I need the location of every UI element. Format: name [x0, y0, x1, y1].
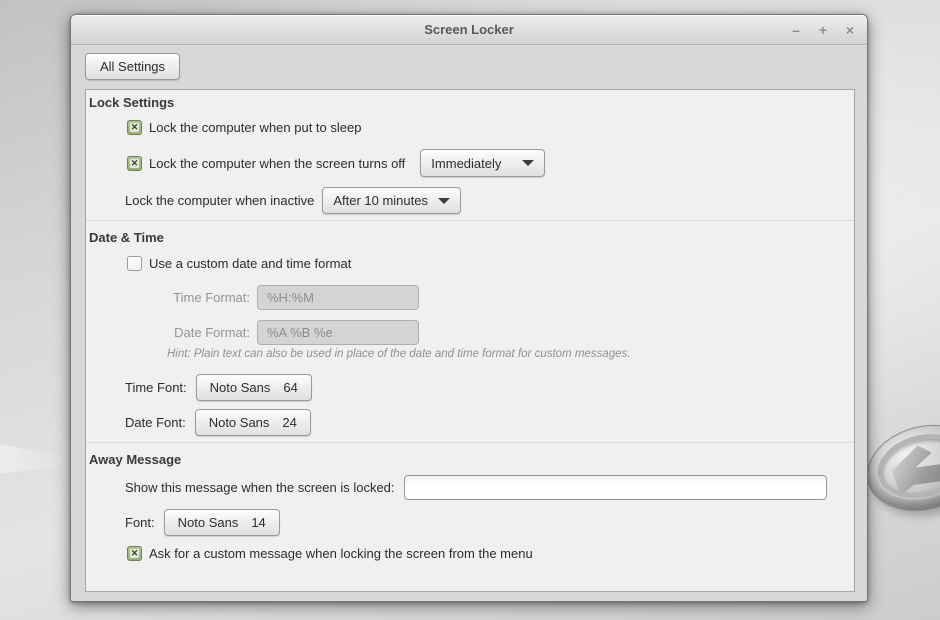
- row-time-font: Time Font: Noto Sans 64: [125, 374, 312, 401]
- section-title-lock-settings: Lock Settings: [89, 95, 174, 110]
- lock-on-sleep-checkbox[interactable]: ✕: [127, 120, 142, 135]
- away-message-label: Show this message when the screen is loc…: [125, 480, 395, 495]
- time-font-label: Time Font:: [125, 380, 187, 395]
- row-ask-custom-message: ✕ Ask for a custom message when locking …: [127, 546, 533, 561]
- custom-format-label: Use a custom date and time format: [149, 256, 351, 271]
- row-away-message: Show this message when the screen is loc…: [125, 475, 827, 500]
- row-lock-on-screen-off: ✕ Lock the computer when the screen turn…: [127, 149, 545, 177]
- date-font-name: Noto Sans: [209, 415, 270, 430]
- chevron-down-icon: [522, 160, 534, 166]
- screen-off-delay-value: Immediately: [431, 156, 501, 171]
- inactive-delay-value: After 10 minutes: [333, 193, 428, 208]
- custom-format-checkbox[interactable]: ✕: [127, 256, 142, 271]
- time-format-label: Time Format:: [166, 290, 250, 305]
- date-font-button[interactable]: Noto Sans 24: [195, 409, 311, 436]
- row-lock-when-inactive: Lock the computer when inactive After 10…: [125, 187, 461, 214]
- row-date-font: Date Font: Noto Sans 24: [125, 409, 311, 436]
- all-settings-button[interactable]: All Settings: [85, 53, 180, 80]
- section-title-date-time: Date & Time: [89, 230, 164, 245]
- minimize-icon[interactable]: –: [789, 15, 803, 45]
- toolbar: All Settings: [71, 45, 867, 89]
- away-font-button[interactable]: Noto Sans 14: [164, 509, 280, 536]
- row-custom-format: ✕ Use a custom date and time format: [127, 256, 351, 271]
- section-separator: [86, 442, 854, 443]
- time-format-input[interactable]: %H:%M: [257, 285, 419, 310]
- checkmark-icon: ✕: [130, 159, 139, 168]
- away-font-label: Font:: [125, 515, 155, 530]
- lock-on-screen-off-checkbox[interactable]: ✕: [127, 156, 142, 171]
- screen-off-delay-dropdown[interactable]: Immediately: [420, 149, 545, 177]
- date-format-label: Date Format:: [166, 325, 250, 340]
- time-font-size: 64: [283, 380, 297, 395]
- settings-panel: Lock Settings ✕ Lock the computer when p…: [85, 89, 855, 592]
- titlebar[interactable]: Screen Locker – + ×: [71, 15, 867, 45]
- away-font-size: 14: [251, 515, 265, 530]
- row-date-format: Date Format: %A %B %e: [166, 320, 419, 345]
- screen-locker-window: Screen Locker – + × All Settings Lock Se…: [70, 14, 868, 602]
- row-away-font: Font: Noto Sans 14: [125, 509, 280, 536]
- inactive-delay-dropdown[interactable]: After 10 minutes: [322, 187, 461, 214]
- ask-custom-message-checkbox[interactable]: ✕: [127, 546, 142, 561]
- date-font-label: Date Font:: [125, 415, 186, 430]
- away-font-name: Noto Sans: [178, 515, 239, 530]
- lock-when-inactive-label: Lock the computer when inactive: [125, 193, 314, 208]
- time-font-button[interactable]: Noto Sans 64: [196, 374, 312, 401]
- checkmark-icon: ✕: [130, 549, 139, 558]
- away-message-input[interactable]: [404, 475, 827, 500]
- mint-logo-emblem: [866, 426, 940, 518]
- format-hint-text: Hint: Plain text can also be used in pla…: [167, 348, 630, 360]
- lock-on-sleep-label: Lock the computer when put to sleep: [149, 120, 361, 135]
- ask-custom-message-label: Ask for a custom message when locking th…: [149, 546, 533, 561]
- section-separator: [86, 220, 854, 221]
- maximize-icon[interactable]: +: [816, 15, 830, 45]
- checkmark-icon: ✕: [130, 123, 139, 132]
- chevron-down-icon: [438, 198, 450, 204]
- window-controls: – + ×: [789, 15, 857, 45]
- date-font-size: 24: [282, 415, 296, 430]
- window-title: Screen Locker: [71, 15, 867, 45]
- date-format-input[interactable]: %A %B %e: [257, 320, 419, 345]
- lock-on-screen-off-label: Lock the computer when the screen turns …: [149, 156, 405, 171]
- row-time-format: Time Format: %H:%M: [166, 285, 419, 310]
- close-icon[interactable]: ×: [843, 15, 857, 45]
- row-lock-on-sleep: ✕ Lock the computer when put to sleep: [127, 120, 361, 135]
- time-font-name: Noto Sans: [210, 380, 271, 395]
- section-title-away-message: Away Message: [89, 452, 181, 467]
